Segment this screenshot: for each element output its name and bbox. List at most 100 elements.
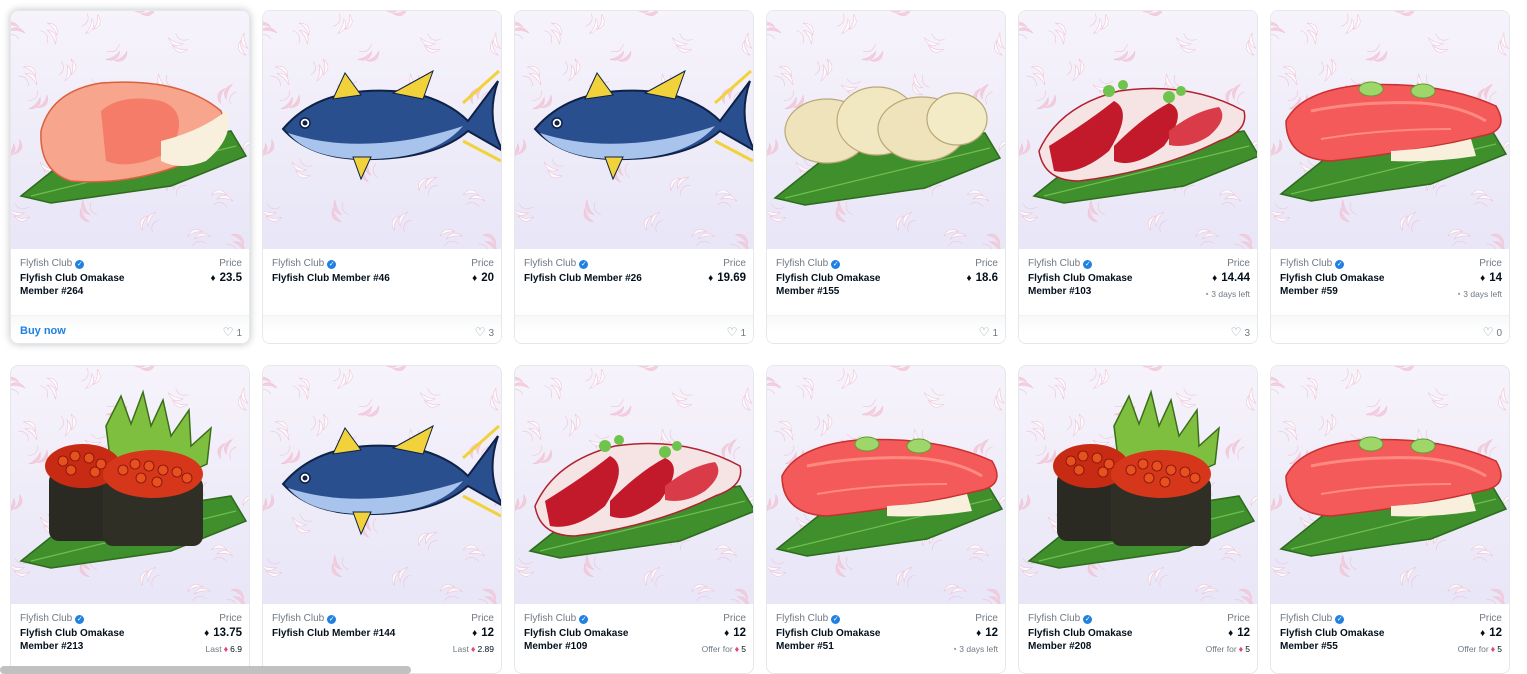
nft-card[interactable]: Flyfish Club ✓ Flyfish Club Member #26 Pr… [514,10,754,344]
nft-card[interactable]: Flyfish Club ✓ Flyfish Club Omakase Membe… [1018,10,1258,344]
price-value: ♦ 19.69 [708,272,746,284]
collection-label: Flyfish Club [272,258,325,269]
nft-card[interactable]: Flyfish Club ✓ Flyfish Club Omakase Membe… [766,365,1006,674]
price-sub: Offer for ♦ 5 [1206,644,1250,654]
nft-image[interactable] [263,11,501,249]
nft-image[interactable] [11,11,249,249]
eth-icon: ♦ [1480,628,1486,639]
nft-image[interactable] [1019,366,1257,604]
time-left-text: 3 days left [1211,289,1250,299]
price-value: ♦ 12 [472,627,494,639]
nft-name: Flyfish Club Omakase Member #213 [20,628,125,652]
collection-name[interactable]: Flyfish Club ✓ [272,258,337,269]
price-amount: 18.6 [975,272,998,284]
price-amount: 23.5 [219,272,242,284]
price-sub-value: 2.89 [477,644,494,654]
collection-name[interactable]: Flyfish Club ✓ [1028,258,1093,269]
card-info: Flyfish Club ✓ Flyfish Club Omakase Membe… [515,604,753,670]
collection-name[interactable]: Flyfish Club ✓ [776,258,841,269]
price-value: ♦ 12 [1228,627,1250,639]
nft-image[interactable] [11,366,249,604]
nft-card[interactable]: Flyfish Club ✓ Flyfish Club Omakase Membe… [1018,365,1258,674]
nft-name: Flyfish Club Omakase Member #208 [1028,628,1133,652]
card-footer: ♡ 1 [767,315,1005,343]
nft-name: Flyfish Club Member #144 [272,628,396,639]
price-label: Price [219,258,242,269]
collection-name[interactable]: Flyfish Club ✓ [1280,613,1345,624]
price-value: ♦ 14.44 [1212,272,1250,284]
nft-card[interactable]: Flyfish Club ✓ Flyfish Club Omakase Membe… [1270,10,1510,344]
collection-name[interactable]: Flyfish Club ✓ [524,258,589,269]
collection-label: Flyfish Club [272,613,325,624]
nft-image[interactable] [1271,11,1509,249]
nft-image[interactable] [1271,366,1509,604]
price-value: ♦ 23.5 [211,272,243,284]
price-sub-label: Offer for [1205,644,1237,654]
favorite-button[interactable]: ♡ 3 [1231,325,1250,339]
nft-card[interactable]: Flyfish Club ✓ Flyfish Club Omakase Membe… [1270,365,1510,674]
collection-name[interactable]: Flyfish Club ✓ [272,613,337,624]
card-info: Flyfish Club ✓ Flyfish Club Omakase Membe… [767,604,1005,670]
verified-icon: ✓ [1083,260,1093,269]
verified-icon: ✓ [327,615,337,624]
heart-icon: ♡ [1482,325,1494,339]
buy-now-button[interactable]: Buy now [20,325,66,337]
favorite-button[interactable]: ♡ 1 [979,325,998,339]
nft-image[interactable] [767,11,1005,249]
clock-icon: ◔ [1455,289,1461,299]
eth-icon: ♦ [472,628,478,639]
favorite-button[interactable]: ♡ 3 [475,325,494,339]
eth-icon: ♦ [470,644,476,654]
price-label: Price [1227,258,1250,269]
card-footer: ♡ 3 [263,315,501,343]
collection-name[interactable]: Flyfish Club ✓ [20,258,85,269]
nft-card[interactable]: Flyfish Club ✓ Flyfish Club Member #144 P… [262,365,502,674]
like-count: 3 [1244,328,1250,339]
nft-card[interactable]: Flyfish Club ✓ Flyfish Club Omakase Membe… [10,365,250,674]
like-count: 1 [236,328,242,339]
card-footer: Buy now ♡ 1 [11,315,249,343]
price-value: ♦ 12 [976,627,998,639]
card-footer: ♡ 1 [515,315,753,343]
eth-icon: ♦ [472,273,478,284]
price-sub: Offer for ♦ 5 [1458,644,1502,654]
collection-name[interactable]: Flyfish Club ✓ [20,613,85,624]
card-footer: ♡ 3 [1019,315,1257,343]
eth-icon: ♦ [1490,644,1496,654]
price-value: ♦ 14 [1480,272,1502,284]
verified-icon: ✓ [75,260,85,269]
horizontal-scrollbar[interactable] [0,666,411,674]
time-left: ◔ 3 days left [952,644,998,654]
price-label: Price [1227,613,1250,624]
price-label: Price [1479,258,1502,269]
eth-icon: ♦ [223,644,229,654]
verified-icon: ✓ [1083,615,1093,624]
nft-card[interactable]: Flyfish Club ✓ Flyfish Club Omakase Membe… [766,10,1006,344]
like-count: 1 [740,328,746,339]
nft-card[interactable]: Flyfish Club ✓ Flyfish Club Omakase Membe… [514,365,754,674]
collection-name[interactable]: Flyfish Club ✓ [1028,613,1093,624]
nft-image[interactable] [515,366,753,604]
nft-card[interactable]: Flyfish Club ✓ Flyfish Club Omakase Membe… [10,10,250,344]
nft-name: Flyfish Club Omakase Member #59 [1280,273,1385,297]
collection-label: Flyfish Club [1280,258,1333,269]
nft-image[interactable] [515,11,753,249]
nft-card[interactable]: Flyfish Club ✓ Flyfish Club Member #46 Pr… [262,10,502,344]
favorite-button[interactable]: ♡ 1 [727,325,746,339]
collection-name[interactable]: Flyfish Club ✓ [1280,258,1345,269]
price-value: ♦ 12 [724,627,746,639]
favorite-button[interactable]: ♡ 1 [223,325,242,339]
time-left: ◔ 3 days left [1204,289,1250,299]
nft-name: Flyfish Club Omakase Member #51 [776,628,881,652]
nft-image[interactable] [1019,11,1257,249]
price-sub: Offer for ♦ 5 [702,644,746,654]
nft-image[interactable] [767,366,1005,604]
collection-name[interactable]: Flyfish Club ✓ [776,613,841,624]
collection-label: Flyfish Club [1280,613,1333,624]
price-amount: 20 [481,272,494,284]
favorite-button[interactable]: ♡ 0 [1483,325,1502,339]
eth-icon: ♦ [708,273,714,284]
collection-label: Flyfish Club [524,258,577,269]
collection-name[interactable]: Flyfish Club ✓ [524,613,589,624]
nft-image[interactable] [263,366,501,604]
